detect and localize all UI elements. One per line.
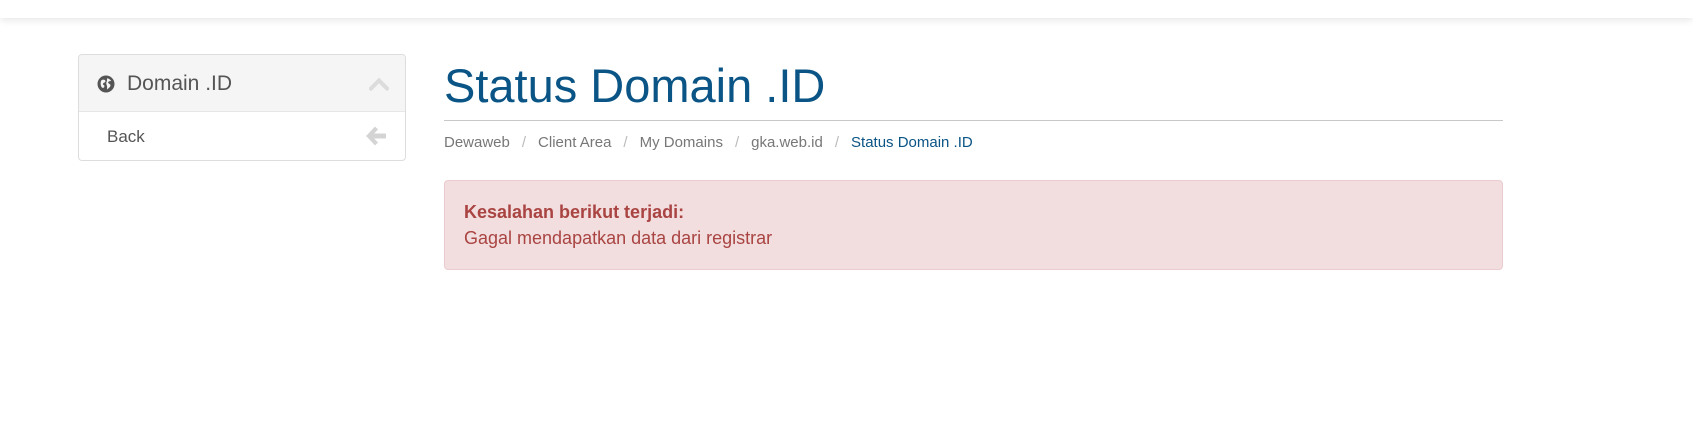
sidebar-item-label: Back xyxy=(107,127,145,146)
sidebar-panel-title: Domain .ID xyxy=(127,72,233,95)
top-navbar-shadow xyxy=(0,0,1693,18)
breadcrumb-separator: / xyxy=(834,134,840,151)
breadcrumb-item-domain[interactable]: gka.web.id xyxy=(751,134,823,151)
alert-message: Gagal mendapatkan data dari registrar xyxy=(464,228,773,248)
chevron-up-icon[interactable] xyxy=(369,77,389,91)
main-content: Status Domain .ID Dewaweb / Client Area / My… xyxy=(444,58,1503,270)
sidebar-panel: Domain .ID Back xyxy=(78,54,406,161)
breadcrumb: Dewaweb / Client Area / My Domains / gka.web.i… xyxy=(444,133,1503,153)
breadcrumb-separator: / xyxy=(623,134,628,151)
globe-icon xyxy=(97,75,115,93)
error-alert: Kesalahan berikut terjadi: Gagal mendapa… xyxy=(444,180,1503,270)
alert-heading: Kesalahan berikut terjadi: xyxy=(464,202,685,222)
sidebar-panel-heading[interactable]: Domain .ID xyxy=(79,55,405,112)
breadcrumb-separator: / xyxy=(521,134,527,151)
sidebar-item-back[interactable]: Back xyxy=(79,112,405,160)
breadcrumb-item-dewaweb[interactable]: Dewaweb xyxy=(444,134,510,151)
page-title: Status Domain .ID xyxy=(444,58,1503,121)
breadcrumb-item-my-domains[interactable]: My Domains xyxy=(640,134,723,151)
breadcrumb-separator: / xyxy=(734,134,740,151)
breadcrumb-item-client-area[interactable]: Client Area xyxy=(538,134,611,151)
arrow-left-icon xyxy=(366,126,386,146)
breadcrumb-item-current: Status Domain .ID xyxy=(851,134,973,151)
